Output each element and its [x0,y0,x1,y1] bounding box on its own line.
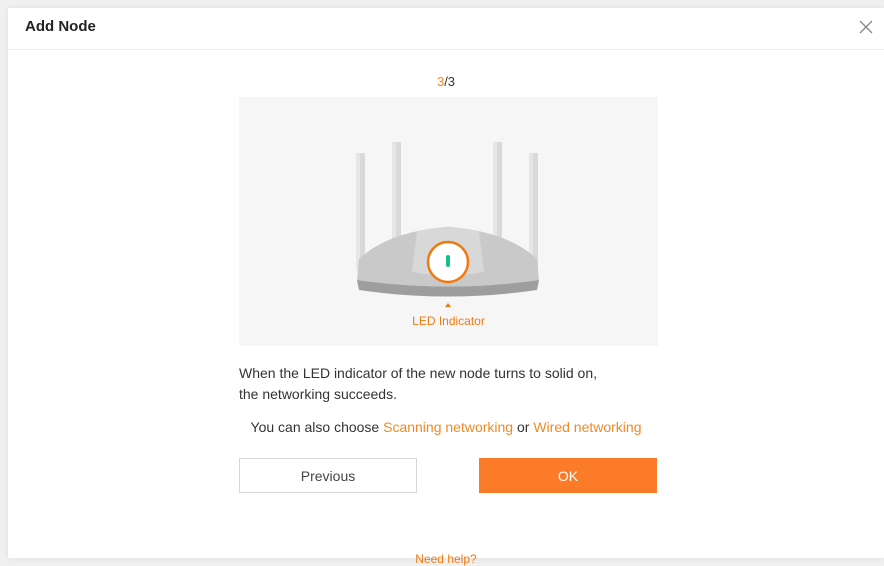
led-indicator-label: LED Indicator [412,314,485,328]
instruction-line-1: When the LED indicator of the new node t… [239,365,597,381]
dialog-header: Add Node [8,8,884,50]
add-node-dialog: Add Node 3/3 LED Indicator When the LED … [8,8,884,566]
router-image [356,142,539,307]
router-illustration: LED Indicator [239,97,658,346]
alternative-options: You can also choose Scanning networking … [8,419,884,435]
dialog-title: Add Node [25,18,96,35]
scanning-networking-link[interactable]: Scanning networking [383,419,513,435]
wired-networking-link[interactable]: Wired networking [533,419,641,435]
alt-or: or [513,419,534,435]
need-help-link[interactable]: Need help? [8,552,884,566]
previous-button[interactable]: Previous [239,458,417,493]
instruction-line-2: the networking succeeds. [239,386,397,402]
ok-button[interactable]: OK [479,458,657,493]
step-indicator: 3/3 [8,74,884,89]
alt-prefix: You can also choose [250,419,384,435]
close-icon[interactable] [856,17,876,37]
step-total: /3 [444,74,456,89]
instruction-text: When the LED indicator of the new node t… [239,363,669,405]
